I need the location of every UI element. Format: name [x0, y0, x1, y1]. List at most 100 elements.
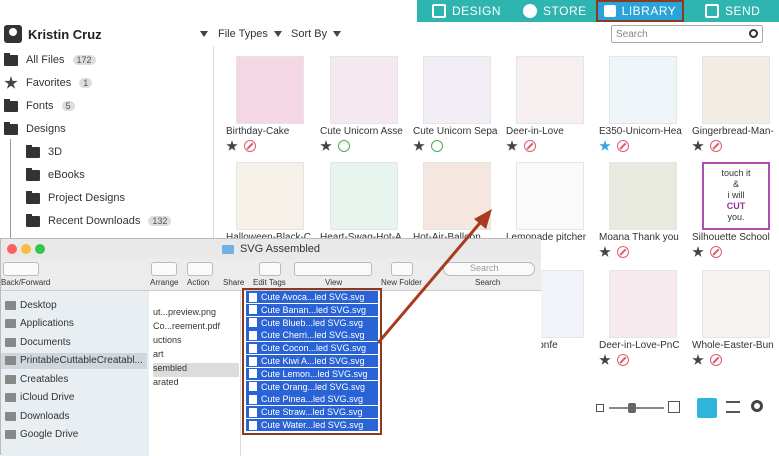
- share-label[interactable]: Share: [223, 278, 244, 287]
- tab-store[interactable]: STORE: [523, 0, 587, 22]
- favorite-star-icon[interactable]: [692, 140, 704, 151]
- grid-view-button[interactable]: [697, 398, 717, 418]
- file-row[interactable]: Cute Banan...led SVG.svg: [246, 303, 378, 316]
- design-thumbnail[interactable]: [236, 162, 304, 230]
- sort-by-dropdown[interactable]: Sort By: [291, 28, 342, 40]
- finder-sidebar-item[interactable]: Creatables: [5, 371, 68, 387]
- folder-icon: [26, 144, 40, 158]
- design-card-label: Deer-in-Love-PnC: [599, 340, 680, 351]
- finder-sidebar-item[interactable]: Documents: [5, 334, 71, 350]
- sidebar-item-favorites[interactable]: Favorites 1: [4, 73, 93, 93]
- design-card[interactable]: Cute Unicorn Sepa: [413, 56, 505, 152]
- file-row[interactable]: Cute Straw...led SVG.svg: [246, 406, 378, 419]
- sidebar-item-fonts[interactable]: Fonts 5: [4, 96, 75, 116]
- design-thumbnail[interactable]: [330, 56, 398, 124]
- favorite-star-icon[interactable]: [413, 140, 425, 151]
- chevron-down-icon[interactable]: [200, 31, 208, 37]
- finder-column-item[interactable]: Co...reement.pdf: [153, 321, 239, 335]
- favorite-star-icon[interactable]: [599, 246, 611, 257]
- design-thumbnail[interactable]: [423, 56, 491, 124]
- design-card[interactable]: Gingerbread-Man-: [692, 56, 779, 152]
- design-thumbnail[interactable]: [516, 162, 584, 230]
- file-row[interactable]: Cute Blueb...led SVG.svg: [246, 316, 378, 329]
- finder-column-item[interactable]: arated: [153, 377, 239, 391]
- sidebar-item-designs[interactable]: Designs: [4, 119, 66, 139]
- file-name: Cute Kiwi A...led SVG.svg: [261, 356, 365, 366]
- sidebar-item-all-files[interactable]: All Files 172: [4, 50, 96, 70]
- favorite-star-icon[interactable]: [692, 246, 704, 257]
- finder-sidebar-item[interactable]: PrintableCuttableCreatabl...: [1, 352, 147, 369]
- design-card[interactable]: E350-Unicorn-Hea: [599, 56, 691, 152]
- file-row[interactable]: Cute Cherri...led SVG.svg: [246, 329, 378, 342]
- file-types-filter[interactable]: File Types: [218, 28, 282, 40]
- arrange-label: Arrange: [150, 278, 179, 287]
- action-button[interactable]: [187, 262, 213, 276]
- design-card[interactable]: Birthday-Cake: [226, 56, 318, 152]
- file-row[interactable]: Cute Pinea...led SVG.svg: [246, 393, 378, 406]
- file-row[interactable]: Cute Water...led SVG.svg: [246, 419, 378, 431]
- close-button[interactable]: [7, 244, 17, 254]
- design-thumbnail[interactable]: touch it & i will CUT you.: [702, 162, 770, 230]
- favorite-star-icon[interactable]: [320, 140, 332, 151]
- zoom-button[interactable]: [35, 244, 45, 254]
- favorite-star-icon[interactable]: [506, 140, 518, 151]
- favorite-star-icon[interactable]: [226, 140, 238, 151]
- design-thumbnail[interactable]: [609, 162, 677, 230]
- favorite-star-icon[interactable]: [599, 140, 611, 151]
- finder-sidebar-item[interactable]: Downloads: [5, 408, 69, 424]
- design-thumbnail[interactable]: [609, 56, 677, 124]
- design-thumbnail[interactable]: [702, 270, 770, 338]
- back-forward-button[interactable]: [3, 262, 39, 276]
- tab-library[interactable]: LIBRARY: [596, 0, 684, 22]
- sidebar-item-project-designs[interactable]: Project Designs: [26, 188, 125, 208]
- arrange-button[interactable]: [151, 262, 177, 276]
- finder-sidebar-item[interactable]: iCloud Drive: [5, 390, 74, 406]
- sidebar-item-recent-downloads[interactable]: Recent Downloads 132: [26, 211, 172, 231]
- folder-icon: [5, 337, 16, 347]
- gear-icon[interactable]: [751, 400, 763, 412]
- finder-sidebar-label: Applications: [20, 318, 74, 329]
- finder-column-item[interactable]: sembled: [153, 363, 239, 377]
- file-row[interactable]: Cute Orang...led SVG.svg: [246, 380, 378, 393]
- finder-sidebar-item[interactable]: Applications: [5, 316, 74, 332]
- file-row[interactable]: Cute Avoca...led SVG.svg: [246, 291, 378, 303]
- design-thumbnail[interactable]: [236, 56, 304, 124]
- design-card[interactable]: Deer-in-Love: [506, 56, 598, 152]
- edit-tags-button[interactable]: [259, 262, 281, 276]
- finder-sidebar-label: Desktop: [20, 299, 57, 311]
- design-thumbnail[interactable]: [516, 56, 584, 124]
- design-thumbnail[interactable]: [702, 56, 770, 124]
- folder-icon: [26, 213, 40, 227]
- finder-column-item[interactable]: ut...preview.png: [153, 307, 239, 321]
- search-input[interactable]: Search: [611, 25, 763, 43]
- design-card[interactable]: touch it & i will CUT you. Silhouette School: [692, 162, 779, 258]
- minimize-button[interactable]: [21, 244, 31, 254]
- finder-column-item[interactable]: uctions: [153, 335, 239, 349]
- zoom-slider[interactable]: [609, 407, 664, 409]
- list-view-icon[interactable]: [726, 401, 740, 413]
- search-icon[interactable]: [749, 29, 758, 38]
- file-row[interactable]: Cute Kiwi A...led SVG.svg: [246, 355, 378, 367]
- design-card-label: Cute Unicorn Sepa: [413, 126, 498, 137]
- file-row[interactable]: Cute Cocon...led SVG.svg: [246, 342, 378, 355]
- design-card[interactable]: Deer-in-Love-PnC: [599, 270, 691, 366]
- file-row[interactable]: Cute Lemon...led SVG.svg: [246, 367, 378, 380]
- cancel-icon: [617, 246, 629, 258]
- finder-sidebar-item[interactable]: Desktop: [5, 297, 57, 313]
- sidebar-item-label: Project Designs: [48, 192, 126, 204]
- zoom-slider-handle[interactable]: [628, 403, 636, 413]
- finder-sidebar-item[interactable]: Google Drive: [5, 427, 78, 443]
- design-thumbnail[interactable]: [609, 270, 677, 338]
- sidebar-item-ebooks[interactable]: eBooks: [26, 165, 85, 185]
- design-card[interactable]: Moana Thank you: [599, 162, 691, 258]
- view-switcher[interactable]: [294, 262, 372, 276]
- favorite-star-icon[interactable]: [692, 354, 704, 365]
- user-menu[interactable]: Kristin Cruz: [0, 22, 214, 46]
- design-card[interactable]: Whole-Easter-Bun: [692, 270, 779, 366]
- finder-column-item[interactable]: art: [153, 349, 239, 363]
- design-card[interactable]: Cute Unicorn Asse: [320, 56, 412, 152]
- tab-design[interactable]: DESIGN: [432, 0, 501, 22]
- sidebar-item-3d[interactable]: 3D: [26, 142, 62, 162]
- tab-send[interactable]: SEND: [705, 0, 760, 22]
- favorite-star-icon[interactable]: [599, 354, 611, 365]
